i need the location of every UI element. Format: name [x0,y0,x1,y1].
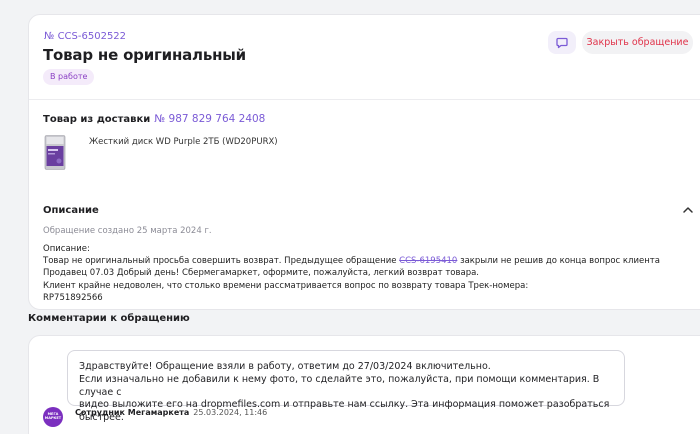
chat-button[interactable] [548,31,576,54]
previous-ticket-link[interactable]: CCS-6195410 [399,256,457,266]
description-label: Описание: [43,244,90,254]
comment-meta: Сотрудник Мегамаркета 25.03.2024, 11:46 [75,408,267,417]
ticket-card: № CCS-6502522 Товар не оригинальный В ра… [28,14,700,310]
comment-time: 25.03.2024, 11:46 [193,408,268,417]
created-date: Обращение создано 25 марта 2024 г. [43,226,212,236]
divider [29,99,700,100]
close-ticket-button[interactable]: Закрыть обращение [582,31,693,54]
comment-line: Если изначально не добавили к нему фото,… [79,373,600,398]
description-line: Товар не оригинальный просьба совершить … [43,256,660,267]
description-title: Описание [43,205,99,216]
delivery-row: Товар из доставки № 987 829 764 2408 [43,113,265,125]
chevron-up-icon[interactable] [681,205,695,215]
comment-line: Здравствуйте! Обращение взяли в работу, … [79,361,491,372]
description-line: Клиент крайне недоволен, что столько вре… [43,280,529,291]
track-number-link[interactable]: № 987 829 764 2408 [154,113,265,125]
product-name[interactable]: Жесткий диск WD Purple 2ТБ (WD20PURX) [89,137,278,147]
product-image[interactable] [44,135,66,170]
description-line: RP751892566 [43,292,103,303]
comments-header: Комментарии к обращению [28,313,190,324]
chat-icon [556,37,568,48]
delivery-label: Товар из доставки [43,114,151,125]
ticket-number: № CCS-6502522 [44,31,127,42]
comment-author: Сотрудник Мегамаркета [75,408,190,417]
status-badge: В работе [43,69,95,85]
page-title: Товар не оригинальный [43,46,246,64]
comment-bubble: Здравствуйте! Обращение взяли в работу, … [67,350,625,423]
description-body: Описание: Товар не оригинальный просьба … [43,243,660,304]
avatar: МЕГА МАРКЕТ [43,407,63,427]
comment-card: Здравствуйте! Обращение взяли в работу, … [28,335,700,434]
description-line: Продавец 07.03 Добрый день! Сбермегамарк… [43,268,480,279]
